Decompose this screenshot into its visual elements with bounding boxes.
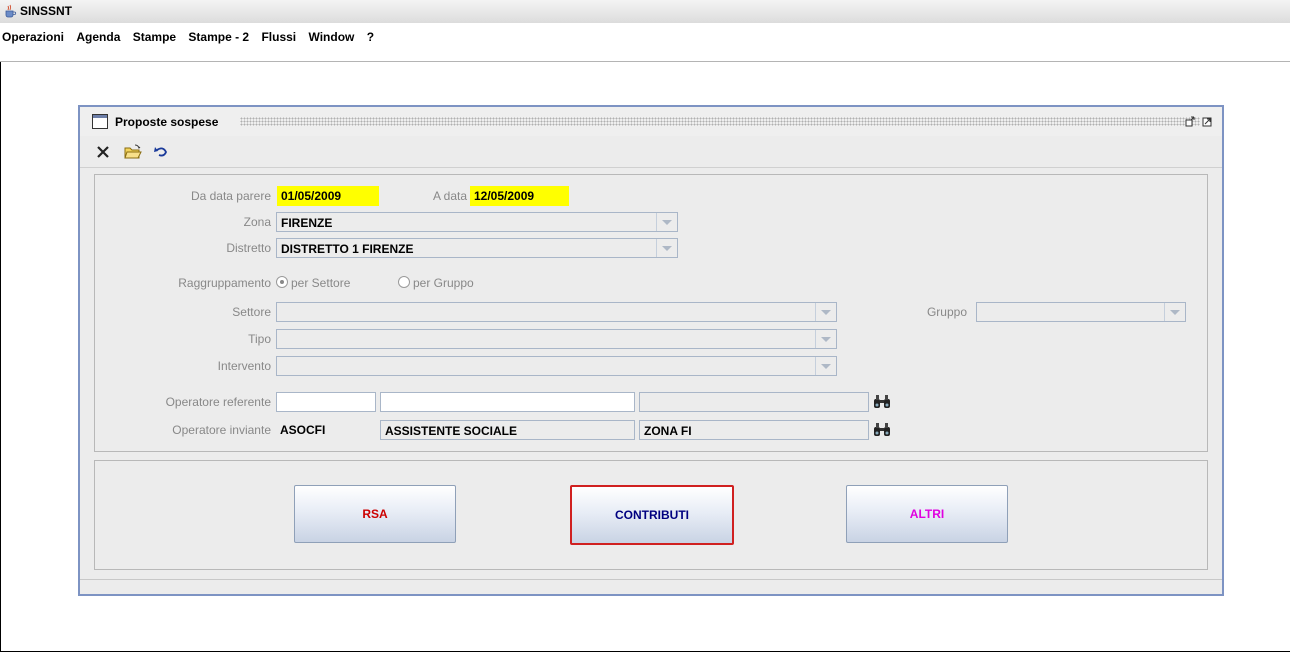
zona-label: Zona bbox=[243, 215, 271, 229]
gruppo-select[interactable] bbox=[976, 302, 1186, 322]
chevron-down-icon[interactable] bbox=[815, 357, 836, 375]
distretto-label: Distretto bbox=[226, 241, 271, 255]
app-title: SINSSNT bbox=[20, 4, 73, 18]
menubar: Operazioni Agenda Stampe Stampe - 2 Flus… bbox=[0, 23, 1290, 62]
da-data-label: Da data parere bbox=[190, 189, 271, 203]
a-data-field[interactable]: 12/05/2009 bbox=[470, 186, 569, 206]
java-cup-icon bbox=[5, 4, 17, 18]
rsa-button[interactable]: RSA bbox=[294, 485, 456, 543]
radio-selected-icon bbox=[276, 276, 288, 288]
chevron-down-icon[interactable] bbox=[1164, 303, 1185, 321]
gruppo-label: Gruppo bbox=[926, 305, 967, 319]
raggruppamento-label: Raggruppamento bbox=[178, 276, 271, 290]
menu-stampe[interactable]: Stampe bbox=[133, 30, 176, 44]
menu-agenda[interactable]: Agenda bbox=[76, 30, 120, 44]
operatore-inviante-label: Operatore inviante bbox=[172, 423, 271, 437]
operatore-referente-zona-field bbox=[639, 392, 869, 412]
internal-frame-proposte-sospese: Proposte sospese Da data parere 01/05/20 bbox=[78, 105, 1224, 596]
undo-icon[interactable] bbox=[150, 141, 172, 163]
radio-per-gruppo[interactable]: per Gruppo bbox=[398, 276, 474, 290]
filter-panel: Da data parere 01/05/2009 A data 12/05/2… bbox=[94, 174, 1208, 452]
chevron-down-icon[interactable] bbox=[656, 239, 677, 257]
distretto-value: DISTRETTO 1 FIRENZE bbox=[281, 242, 414, 256]
binoculars-search-icon[interactable] bbox=[873, 422, 891, 438]
da-data-field[interactable]: 01/05/2009 bbox=[277, 186, 379, 206]
chevron-down-icon[interactable] bbox=[656, 213, 677, 231]
window-icon bbox=[92, 114, 108, 129]
maximize-icon[interactable] bbox=[1202, 116, 1213, 127]
chevron-down-icon[interactable] bbox=[815, 303, 836, 321]
toolbar bbox=[80, 137, 1222, 168]
radio-per-settore[interactable]: per Settore bbox=[276, 276, 350, 290]
tipo-label: Tipo bbox=[248, 332, 271, 346]
menu-stampe-2[interactable]: Stampe - 2 bbox=[188, 30, 249, 44]
zona-select[interactable]: FIRENZE bbox=[276, 212, 678, 232]
binoculars-search-icon[interactable] bbox=[873, 394, 891, 410]
radio-per-gruppo-label: per Gruppo bbox=[413, 276, 474, 290]
settore-label: Settore bbox=[232, 305, 271, 319]
intervento-select[interactable] bbox=[276, 356, 837, 376]
operatore-inviante-desc-field: ASSISTENTE SOCIALE bbox=[380, 420, 635, 440]
operatore-referente-code-input[interactable] bbox=[276, 392, 376, 412]
intervento-label: Intervento bbox=[217, 359, 271, 373]
altri-button[interactable]: ALTRI bbox=[846, 485, 1008, 543]
radio-per-settore-label: per Settore bbox=[291, 276, 351, 290]
open-folder-icon[interactable] bbox=[122, 141, 144, 163]
settore-select[interactable] bbox=[276, 302, 837, 322]
radio-unselected-icon bbox=[398, 276, 410, 288]
titlebar-texture bbox=[240, 117, 1200, 126]
app-titlebar: SINSSNT bbox=[0, 0, 1290, 24]
restore-icon[interactable] bbox=[1185, 116, 1196, 127]
action-buttons-panel: RSA CONTRIBUTI ALTRI bbox=[94, 460, 1208, 570]
tipo-select[interactable] bbox=[276, 329, 837, 349]
close-icon[interactable] bbox=[92, 141, 114, 163]
distretto-select[interactable]: DISTRETTO 1 FIRENZE bbox=[276, 238, 678, 258]
chevron-down-icon[interactable] bbox=[815, 330, 836, 348]
menu-help[interactable]: ? bbox=[367, 30, 374, 44]
menu-window[interactable]: Window bbox=[308, 30, 354, 44]
operatore-referente-desc-input[interactable] bbox=[380, 392, 635, 412]
status-strip bbox=[80, 579, 1222, 582]
menu-operazioni[interactable]: Operazioni bbox=[2, 30, 64, 44]
menu-flussi[interactable]: Flussi bbox=[261, 30, 296, 44]
operatore-inviante-code-field: ASOCFI bbox=[276, 420, 376, 440]
zona-value: FIRENZE bbox=[281, 216, 333, 230]
contributi-button[interactable]: CONTRIBUTI bbox=[570, 485, 734, 545]
internal-frame-titlebar[interactable]: Proposte sospese bbox=[80, 107, 1222, 136]
operatore-referente-label: Operatore referente bbox=[165, 395, 271, 409]
window-title: Proposte sospese bbox=[115, 115, 225, 129]
operatore-inviante-zona-field: ZONA FI bbox=[639, 420, 869, 440]
a-data-label: A data bbox=[432, 189, 467, 203]
